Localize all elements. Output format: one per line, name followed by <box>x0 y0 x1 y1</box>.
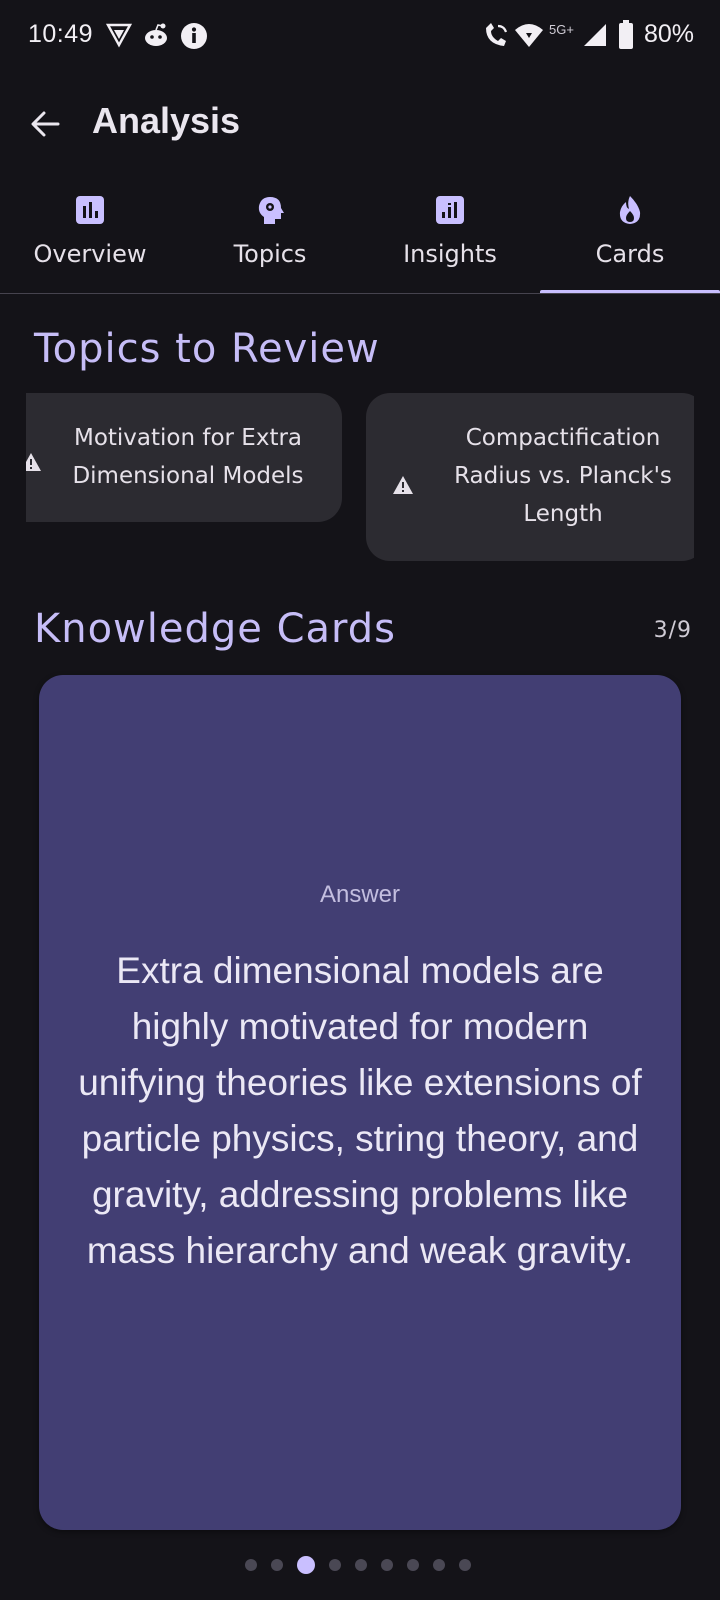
head-gear-icon <box>254 194 286 226</box>
topic-chip[interactable]: Compactification Radius vs. Planck's Len… <box>366 393 694 561</box>
pager-dot[interactable] <box>271 1559 283 1571</box>
warning-icon <box>392 469 414 507</box>
tabs-divider <box>0 293 720 294</box>
topic-chip[interactable]: Motivation for Extra Dimensional Models <box>26 393 342 522</box>
battery-icon <box>618 20 634 54</box>
topics-scroller[interactable]: Motivation for Extra Dimensional Models … <box>26 393 694 563</box>
topic-line: Compactification <box>465 425 661 451</box>
pager-dot[interactable] <box>433 1559 445 1571</box>
topics-section-title: Topics to Review <box>34 326 380 372</box>
page-title: Analysis <box>92 100 241 141</box>
tab-insights[interactable]: Insights <box>360 182 540 292</box>
topic-line: Motivation for Extra <box>73 425 303 451</box>
vpn-shield-icon <box>105 22 133 52</box>
tab-label: Insights <box>403 240 497 268</box>
flame-icon <box>614 194 646 226</box>
wifi-icon <box>514 22 544 52</box>
bar-chart-icon <box>74 194 106 226</box>
card-count: 3/9 <box>653 618 692 643</box>
topic-chip-text: Motivation for Extra Dimensional Models <box>46 419 330 495</box>
status-time: 10:49 <box>28 20 94 48</box>
signal-icon <box>582 22 608 52</box>
tab-label: Cards <box>595 240 665 268</box>
cards-section-title: Knowledge Cards <box>34 606 397 652</box>
tab-topics[interactable]: Topics <box>180 182 360 292</box>
topic-line: Dimensional Models <box>72 463 304 489</box>
topic-line: Radius vs. Planck's <box>454 463 672 489</box>
network-type: 5G+ <box>549 22 574 37</box>
warning-icon <box>26 446 42 484</box>
tab-bar: Overview Topics Insights Cards <box>0 182 720 294</box>
arrow-back-icon[interactable] <box>26 104 66 144</box>
pager-dot[interactable] <box>381 1559 393 1571</box>
battery-percent: 80% <box>643 20 694 48</box>
status-bar: 10:49 5G+ 80% <box>0 0 720 76</box>
app-bar: Analysis <box>0 90 720 162</box>
tab-cards[interactable]: Cards <box>540 182 720 292</box>
tab-label: Overview <box>33 240 147 268</box>
card-pager <box>0 1552 720 1576</box>
knowledge-card[interactable]: Answer Extra dimensional models are high… <box>39 675 681 1530</box>
pager-dot[interactable] <box>407 1559 419 1571</box>
pager-dot-active[interactable] <box>297 1556 315 1574</box>
info-icon <box>180 22 208 54</box>
pager-dot[interactable] <box>355 1559 367 1571</box>
card-answer-text: Extra dimensional models are highly moti… <box>78 950 642 1271</box>
topic-chip-text: Compactification Radius vs. Planck's Len… <box>432 419 694 533</box>
pager-dot[interactable] <box>329 1559 341 1571</box>
wifi-calling-icon <box>482 22 510 54</box>
pager-dot[interactable] <box>459 1559 471 1571</box>
tab-overview[interactable]: Overview <box>0 182 180 292</box>
card-kicker: Answer <box>319 881 401 908</box>
analytics-icon <box>434 194 466 226</box>
topic-line: Length <box>523 501 603 527</box>
reddit-icon <box>142 22 170 52</box>
tab-label: Topics <box>233 240 307 268</box>
pager-dot[interactable] <box>245 1559 257 1571</box>
